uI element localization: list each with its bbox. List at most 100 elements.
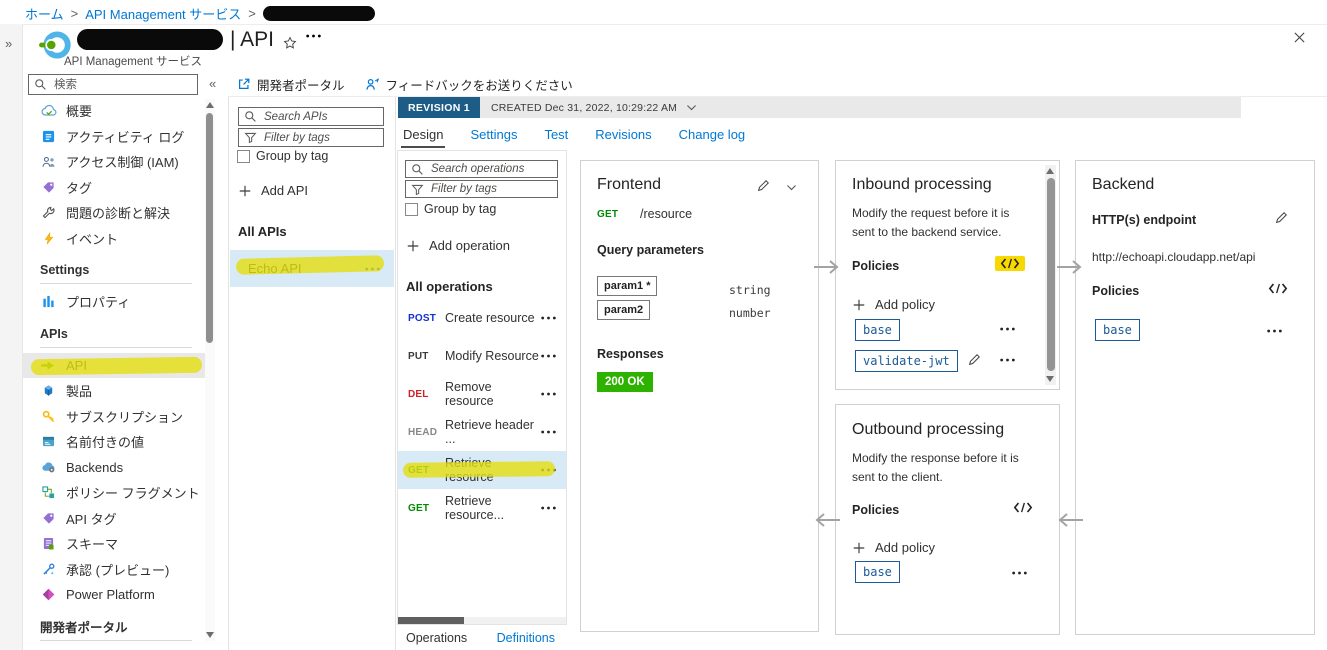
chevron-down-icon[interactable]	[685, 101, 698, 114]
sidebar-item-properties[interactable]: プロパティ	[22, 289, 206, 315]
sidebar-search[interactable]	[28, 74, 198, 95]
more-icon[interactable]	[541, 430, 556, 434]
checkbox[interactable]	[237, 150, 250, 163]
add-policy-button[interactable]: Add policy	[852, 297, 935, 312]
api-search-input[interactable]	[262, 110, 378, 124]
sidebar-item-schemas[interactable]: スキーマ	[22, 531, 206, 557]
tab-change-log[interactable]: Change log	[679, 122, 746, 147]
sidebar-item-authorizations[interactable]: 承認 (プレビュー)	[22, 557, 206, 583]
sidebar-item-overview[interactable]: 概要	[22, 98, 206, 124]
group-by-tag[interactable]: Group by tag	[237, 149, 328, 163]
checkbox[interactable]	[405, 203, 418, 216]
operations-search-input[interactable]	[429, 162, 552, 176]
sidebar-search-input[interactable]	[52, 78, 192, 92]
operation-item-remove-resource[interactable]: DEL Remove resource	[398, 375, 566, 413]
scrollbar-thumb[interactable]	[206, 113, 213, 343]
policy-chip-validate-jwt[interactable]: validate-jwt	[855, 350, 958, 372]
api-filter-input[interactable]	[262, 131, 378, 145]
api-list-item-echo-api[interactable]: Echo API	[230, 250, 394, 287]
feedback-button[interactable]: フィードバックをお送りください	[365, 75, 573, 94]
more-icon[interactable]	[1000, 327, 1015, 331]
scrollbar-thumb[interactable]	[1047, 178, 1055, 371]
sidebar-item-subscriptions[interactable]: サブスクリプション	[22, 404, 206, 430]
card-scrollbar[interactable]	[1045, 165, 1056, 385]
scroll-up-icon[interactable]	[206, 102, 214, 108]
tab-settings[interactable]: Settings	[470, 122, 517, 147]
policy-chip-base[interactable]: base	[855, 561, 900, 583]
sidebar-item-activity-log[interactable]: アクティビティ ログ	[22, 124, 206, 150]
tab-test[interactable]: Test	[544, 122, 568, 147]
scroll-down-icon[interactable]	[206, 632, 214, 638]
tab-design[interactable]: Design	[403, 122, 443, 147]
tags-icon	[40, 181, 57, 194]
more-icon[interactable]	[1000, 358, 1015, 362]
pencil-icon[interactable]	[756, 179, 770, 193]
favorite-star-icon[interactable]	[283, 36, 297, 50]
sidebar-scrollbar[interactable]	[205, 99, 215, 641]
operation-item-retrieve-header[interactable]: HEAD Retrieve header ...	[398, 413, 566, 451]
add-api-button[interactable]: Add API	[238, 183, 308, 198]
breadcrumb-home[interactable]: ホーム	[25, 4, 64, 23]
chevron-down-icon[interactable]	[785, 181, 798, 194]
sidebar-item-api[interactable]: API	[22, 353, 206, 379]
group-by-tag[interactable]: Group by tag	[405, 202, 496, 216]
code-editor-icon[interactable]	[995, 256, 1025, 271]
sidebar-item-policy-fragments[interactable]: ポリシー フラグメント	[22, 480, 206, 506]
close-button[interactable]	[1293, 31, 1306, 44]
operations-search[interactable]	[405, 160, 558, 178]
developer-portal-button[interactable]: 開発者ポータル	[237, 75, 345, 94]
sidebar-item-power-platform[interactable]: Power Platform	[22, 582, 206, 608]
operation-item-retrieve-resource[interactable]: GET Retrieve resource	[398, 451, 566, 489]
collapse-sidebar-button[interactable]: «	[209, 76, 216, 91]
operation-item-create-resource[interactable]: POST Create resource	[398, 299, 566, 337]
more-icon[interactable]	[541, 392, 556, 396]
operations-hscrollbar[interactable]	[398, 617, 566, 624]
scroll-up-icon[interactable]	[1046, 168, 1054, 174]
more-icon[interactable]	[306, 34, 321, 38]
more-icon[interactable]	[1267, 329, 1282, 333]
param-type: string	[729, 283, 771, 297]
operation-item-modify-resource[interactable]: PUT Modify Resource	[398, 337, 566, 375]
more-icon[interactable]	[541, 468, 556, 472]
tab-revisions[interactable]: Revisions	[595, 122, 651, 147]
operations-filter-input[interactable]	[429, 182, 552, 196]
sidebar-item-api-tags[interactable]: API タグ	[22, 506, 206, 532]
param-chip[interactable]: param2	[597, 300, 650, 320]
code-editor-icon[interactable]	[1268, 282, 1288, 295]
method-badge: HEAD	[408, 427, 445, 438]
footer-tab-operations[interactable]: Operations	[406, 631, 467, 645]
footer-tab-definitions[interactable]: Definitions	[497, 631, 555, 645]
sidebar-item-diagnose[interactable]: 問題の診断と解決	[22, 200, 206, 226]
more-icon[interactable]	[1012, 571, 1027, 575]
more-icon[interactable]	[541, 354, 556, 358]
sidebar-item-portal-overview[interactable]: ポータルの概要	[22, 646, 206, 650]
scrollbar-thumb[interactable]	[398, 617, 464, 624]
add-policy-button[interactable]: Add policy	[852, 540, 935, 555]
sidebar-item-backends[interactable]: Backends	[22, 455, 206, 481]
param-chip[interactable]: param1 *	[597, 276, 657, 296]
pencil-icon[interactable]	[967, 353, 981, 367]
policy-chip-base[interactable]: base	[855, 319, 900, 341]
code-editor-icon[interactable]	[1013, 501, 1033, 514]
expand-rail-button[interactable]: »	[5, 36, 12, 51]
sidebar-item-tags[interactable]: タグ	[22, 175, 206, 201]
sidebar-item-events[interactable]: イベント	[22, 226, 206, 252]
flow-arrow-right-icon	[813, 259, 841, 275]
more-icon[interactable]	[365, 267, 380, 271]
sidebar-item-access-control[interactable]: アクセス制御 (IAM)	[22, 149, 206, 175]
sidebar-item-named-values[interactable]: 名前付きの値	[22, 429, 206, 455]
api-filter[interactable]	[238, 128, 384, 147]
api-search[interactable]	[238, 107, 384, 126]
add-operation-button[interactable]: Add operation	[406, 238, 510, 253]
pencil-icon[interactable]	[1274, 211, 1288, 225]
scroll-down-icon[interactable]	[1046, 376, 1054, 382]
operations-filter[interactable]	[405, 180, 558, 198]
more-icon[interactable]	[541, 316, 556, 320]
breadcrumb-apim-service[interactable]: API Management サービス	[85, 4, 241, 23]
sidebar-item-products[interactable]: 製品	[22, 378, 206, 404]
revision-bar[interactable]: REVISION 1 CREATED Dec 31, 2022, 10:29:2…	[398, 97, 1241, 118]
policy-chip-base[interactable]: base	[1095, 319, 1140, 341]
sidebar-item-label: API	[66, 358, 87, 373]
more-icon[interactable]	[541, 506, 556, 510]
operation-item-retrieve-resource-cached[interactable]: GET Retrieve resource...	[398, 489, 566, 527]
